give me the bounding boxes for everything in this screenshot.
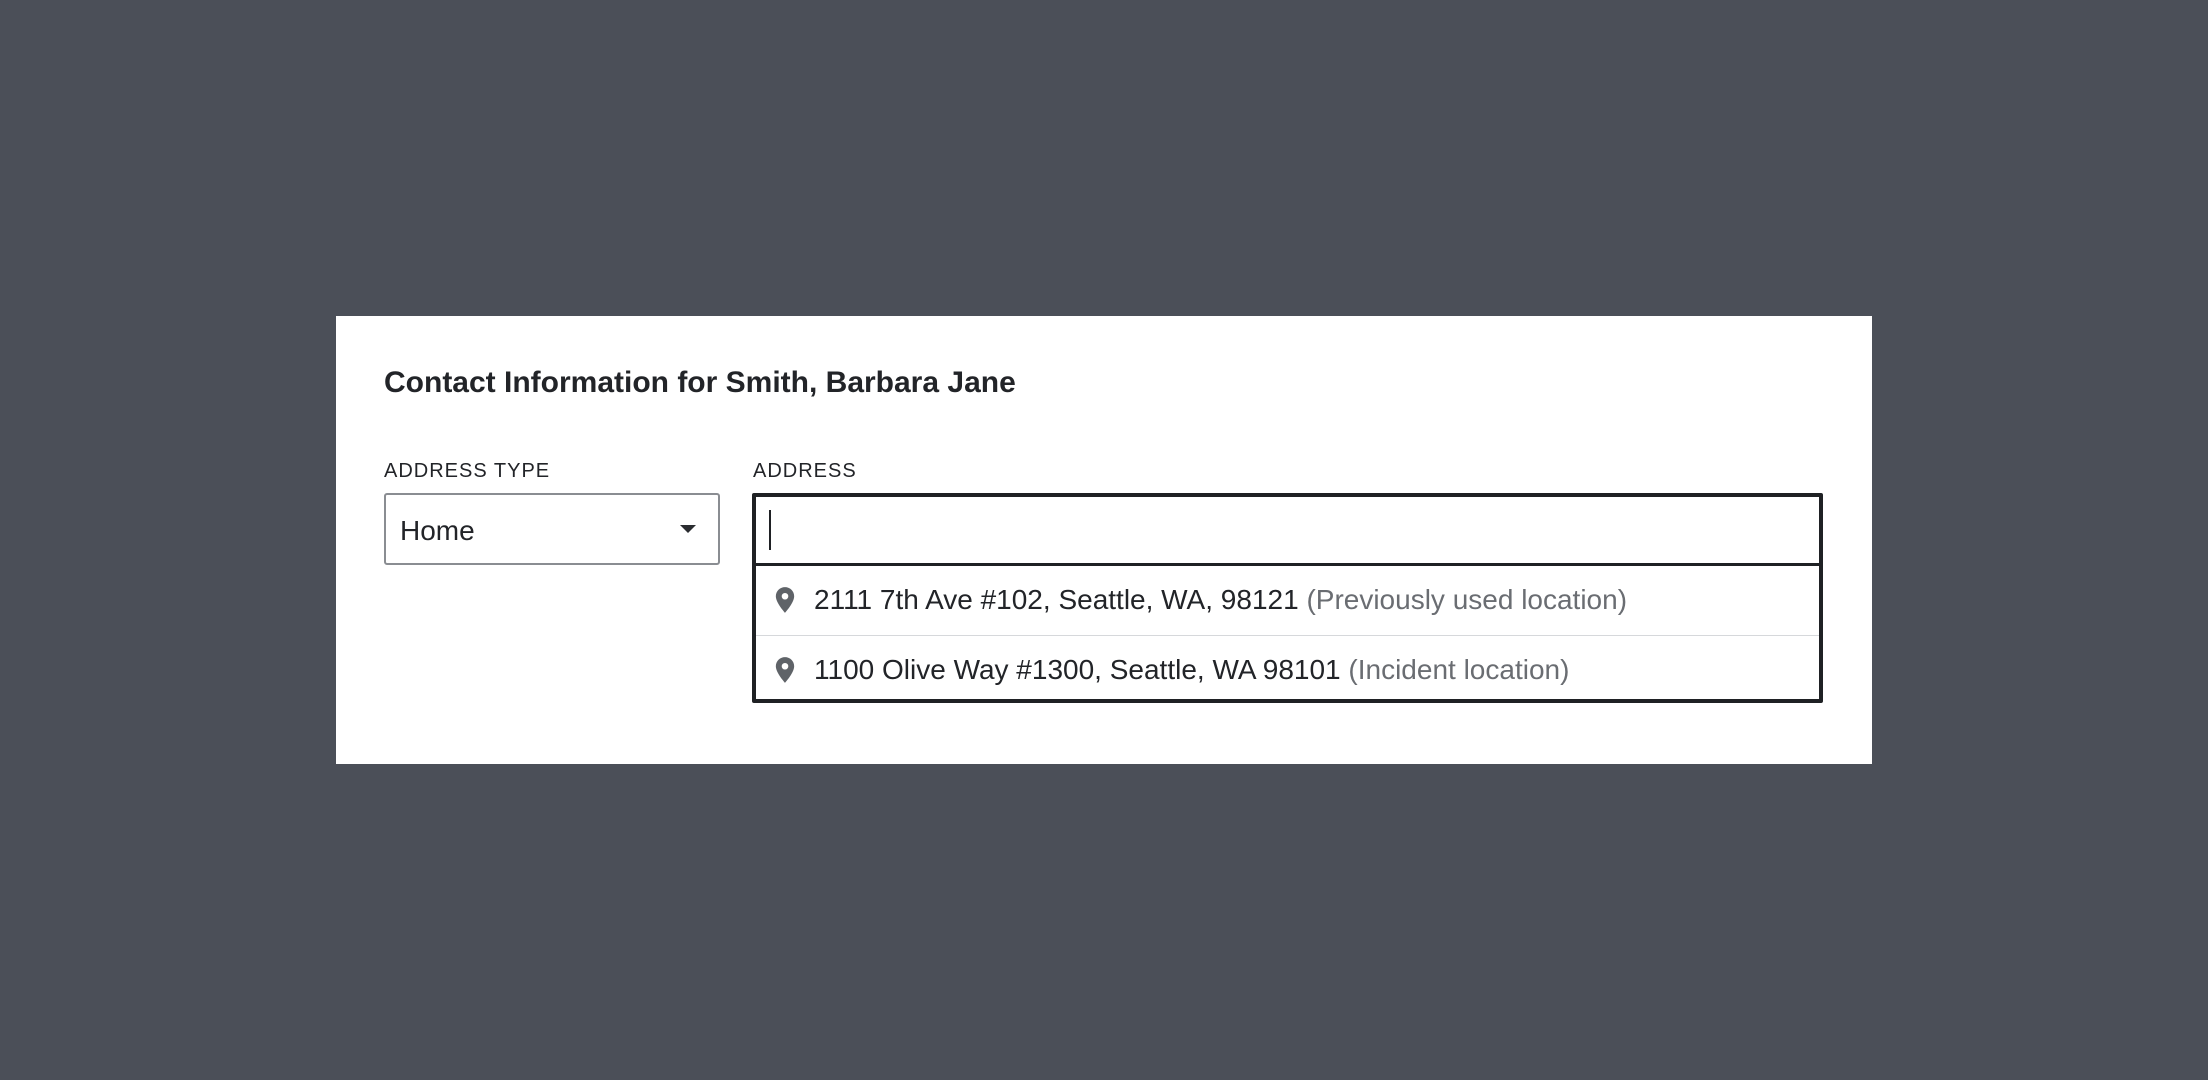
suggestion-address: 1100 Olive Way #1300, Seattle, WA 98101: [814, 654, 1341, 685]
suggestion-text: 2111 7th Ave #102, Seattle, WA, 98121 (P…: [814, 584, 1627, 616]
dialog-title: Contact Information for Smith, Barbara J…: [384, 366, 1016, 399]
address-type-selected-value: Home: [400, 515, 475, 546]
chevron-down-icon: [680, 525, 696, 533]
address-suggestion-item[interactable]: 1100 Olive Way #1300, Seattle, WA 98101 …: [756, 635, 1819, 703]
map-pin-icon: [775, 587, 795, 613]
address-autocomplete: 2111 7th Ave #102, Seattle, WA, 98121 (P…: [752, 493, 1823, 703]
text-cursor: [769, 510, 771, 550]
address-suggestion-item[interactable]: 2111 7th Ave #102, Seattle, WA, 98121 (P…: [756, 566, 1819, 635]
map-pin-icon: [775, 657, 795, 683]
address-input[interactable]: [756, 497, 1819, 563]
address-type-select[interactable]: Home: [384, 493, 720, 565]
suggestion-text: 1100 Olive Way #1300, Seattle, WA 98101 …: [814, 654, 1569, 686]
address-suggestions-list: 2111 7th Ave #102, Seattle, WA, 98121 (P…: [756, 566, 1819, 703]
contact-information-dialog: Contact Information for Smith, Barbara J…: [336, 316, 1872, 764]
address-type-label: ADDRESS TYPE: [384, 460, 551, 482]
suggestion-note: (Previously used location): [1306, 584, 1628, 615]
suggestion-note: (Incident location): [1348, 654, 1570, 685]
address-label: ADDRESS: [753, 460, 857, 482]
suggestion-address: 2111 7th Ave #102, Seattle, WA, 98121: [814, 584, 1299, 615]
